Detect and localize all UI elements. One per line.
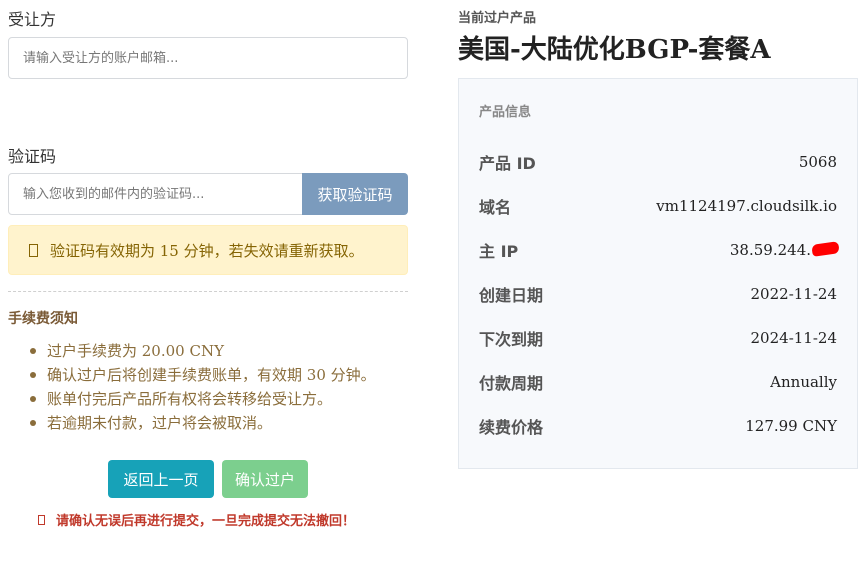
info-row-created: 创建日期 2022-11-24 (479, 282, 837, 306)
recipient-label: 受让方 (8, 10, 57, 29)
info-key: 产品 ID (479, 154, 536, 173)
verification-code-label: 验证码 (8, 147, 57, 166)
info-key: 下次到期 (479, 330, 544, 349)
fee-notice-item: 若逾期未付款，过户将会被取消。 (8, 411, 408, 435)
product-info-card: 产品信息 产品 ID 5068 域名 vm1124197.cloudsilk.i… (458, 78, 858, 469)
fee-notice-item: 过户手续费为 20.00 CNY (8, 339, 408, 363)
product-info-title: 产品信息 (479, 105, 532, 120)
info-key: 创建日期 (479, 286, 544, 305)
product-name: 美国-大陆优化BGP-套餐A (458, 35, 771, 65)
info-value: vm1124197.cloudsilk.io (656, 197, 837, 215)
recipient-email-input[interactable] (8, 37, 408, 79)
info-row-product-id: 产品 ID 5068 (479, 150, 837, 174)
fee-notice-title: 手续费须知 (8, 311, 78, 327)
info-key: 域名 (479, 198, 512, 217)
info-value: Annually (770, 373, 837, 391)
code-expiry-text: 验证码有效期为 15 分钟，若失效请重新获取。 (50, 241, 364, 260)
get-code-button[interactable]: 获取验证码 (302, 173, 408, 215)
back-button[interactable]: 返回上一页 (108, 460, 214, 498)
info-value: 2022-11-24 (750, 285, 837, 303)
current-product-header: 当前过户产品 (458, 11, 537, 26)
info-value: 5068 (798, 153, 837, 171)
info-row-renewal-price: 续费价格 127.99 CNY (479, 414, 837, 438)
info-row-billing-cycle: 付款周期 Annually (479, 370, 837, 394)
info-row-domain: 域名 vm1124197.cloudsilk.io (479, 194, 837, 218)
info-key: 主 IP (479, 242, 519, 261)
info-row-main-ip: 主 IP 38.59.244. (479, 238, 837, 262)
info-value: 38.59.244. (729, 241, 811, 259)
fee-notice-item: 确认过户后将创建手续费账单，有效期 30 分钟。 (8, 363, 408, 387)
info-icon (29, 243, 38, 257)
submit-warning-text: 请确认无误后再进行提交，一旦完成提交无法撤回！ (56, 514, 356, 529)
fee-notice-list: 过户手续费为 20.00 CNY 确认过户后将创建手续费账单，有效期 30 分钟… (8, 339, 408, 435)
info-value: 2024-11-24 (750, 329, 837, 347)
submit-warning: 请确认无误后再进行提交，一旦完成提交无法撤回！ (38, 510, 355, 529)
info-key: 续费价格 (479, 418, 544, 437)
section-divider (8, 291, 408, 292)
info-value: 127.99 CNY (745, 417, 837, 435)
verification-code-input[interactable] (8, 173, 303, 215)
info-row-next-due: 下次到期 2024-11-24 (479, 326, 837, 350)
info-key: 付款周期 (479, 374, 544, 393)
code-expiry-alert: 验证码有效期为 15 分钟，若失效请重新获取。 (8, 225, 408, 275)
warning-icon (38, 514, 45, 525)
fee-notice-item: 账单付完后产品所有权将会转移给受让方。 (8, 387, 408, 411)
confirm-transfer-button[interactable]: 确认过户 (222, 460, 308, 498)
